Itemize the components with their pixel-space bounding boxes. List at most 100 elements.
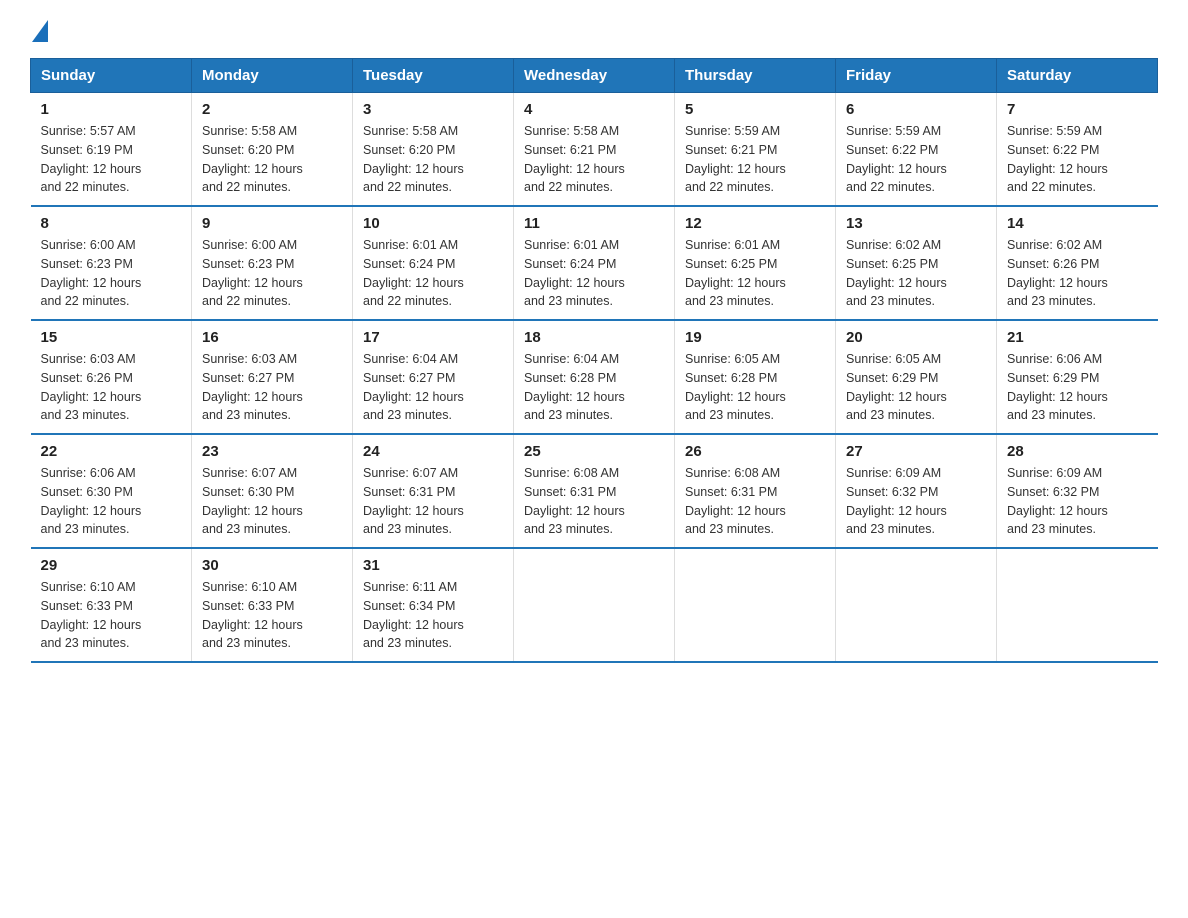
day-info: Sunrise: 6:01 AM Sunset: 6:24 PM Dayligh…	[363, 236, 503, 311]
day-info: Sunrise: 5:59 AM Sunset: 6:21 PM Dayligh…	[685, 122, 825, 197]
day-info: Sunrise: 6:10 AM Sunset: 6:33 PM Dayligh…	[202, 578, 342, 653]
calendar-cell: 27 Sunrise: 6:09 AM Sunset: 6:32 PM Dayl…	[836, 434, 997, 548]
page-header	[30, 20, 1158, 38]
day-info: Sunrise: 6:01 AM Sunset: 6:24 PM Dayligh…	[524, 236, 664, 311]
calendar-cell	[836, 548, 997, 662]
calendar-cell: 15 Sunrise: 6:03 AM Sunset: 6:26 PM Dayl…	[31, 320, 192, 434]
day-number: 2	[202, 101, 342, 118]
day-info: Sunrise: 5:59 AM Sunset: 6:22 PM Dayligh…	[1007, 122, 1148, 197]
day-info: Sunrise: 6:09 AM Sunset: 6:32 PM Dayligh…	[1007, 464, 1148, 539]
day-info: Sunrise: 6:08 AM Sunset: 6:31 PM Dayligh…	[685, 464, 825, 539]
day-info: Sunrise: 6:05 AM Sunset: 6:28 PM Dayligh…	[685, 350, 825, 425]
header-monday: Monday	[192, 59, 353, 93]
calendar-cell	[514, 548, 675, 662]
day-number: 14	[1007, 215, 1148, 232]
day-number: 19	[685, 329, 825, 346]
calendar-cell: 2 Sunrise: 5:58 AM Sunset: 6:20 PM Dayli…	[192, 93, 353, 207]
calendar-cell: 6 Sunrise: 5:59 AM Sunset: 6:22 PM Dayli…	[836, 93, 997, 207]
calendar-cell: 13 Sunrise: 6:02 AM Sunset: 6:25 PM Dayl…	[836, 206, 997, 320]
day-info: Sunrise: 6:00 AM Sunset: 6:23 PM Dayligh…	[202, 236, 342, 311]
day-number: 9	[202, 215, 342, 232]
week-row-1: 1 Sunrise: 5:57 AM Sunset: 6:19 PM Dayli…	[31, 93, 1158, 207]
day-number: 21	[1007, 329, 1148, 346]
day-number: 4	[524, 101, 664, 118]
day-info: Sunrise: 6:05 AM Sunset: 6:29 PM Dayligh…	[846, 350, 986, 425]
day-number: 26	[685, 443, 825, 460]
day-info: Sunrise: 6:02 AM Sunset: 6:25 PM Dayligh…	[846, 236, 986, 311]
day-number: 3	[363, 101, 503, 118]
day-number: 8	[41, 215, 182, 232]
logo-triangle-icon	[32, 20, 48, 42]
day-info: Sunrise: 6:06 AM Sunset: 6:29 PM Dayligh…	[1007, 350, 1148, 425]
day-number: 28	[1007, 443, 1148, 460]
day-number: 12	[685, 215, 825, 232]
day-number: 11	[524, 215, 664, 232]
week-row-4: 22 Sunrise: 6:06 AM Sunset: 6:30 PM Dayl…	[31, 434, 1158, 548]
day-number: 16	[202, 329, 342, 346]
calendar-cell: 20 Sunrise: 6:05 AM Sunset: 6:29 PM Dayl…	[836, 320, 997, 434]
header-wednesday: Wednesday	[514, 59, 675, 93]
calendar-cell: 1 Sunrise: 5:57 AM Sunset: 6:19 PM Dayli…	[31, 93, 192, 207]
day-info: Sunrise: 5:59 AM Sunset: 6:22 PM Dayligh…	[846, 122, 986, 197]
day-info: Sunrise: 6:06 AM Sunset: 6:30 PM Dayligh…	[41, 464, 182, 539]
calendar-cell: 29 Sunrise: 6:10 AM Sunset: 6:33 PM Dayl…	[31, 548, 192, 662]
day-info: Sunrise: 6:10 AM Sunset: 6:33 PM Dayligh…	[41, 578, 182, 653]
week-row-5: 29 Sunrise: 6:10 AM Sunset: 6:33 PM Dayl…	[31, 548, 1158, 662]
day-info: Sunrise: 6:01 AM Sunset: 6:25 PM Dayligh…	[685, 236, 825, 311]
day-info: Sunrise: 6:03 AM Sunset: 6:27 PM Dayligh…	[202, 350, 342, 425]
header-tuesday: Tuesday	[353, 59, 514, 93]
calendar-cell: 14 Sunrise: 6:02 AM Sunset: 6:26 PM Dayl…	[997, 206, 1158, 320]
calendar-cell: 4 Sunrise: 5:58 AM Sunset: 6:21 PM Dayli…	[514, 93, 675, 207]
day-number: 7	[1007, 101, 1148, 118]
logo	[30, 20, 48, 38]
day-info: Sunrise: 6:07 AM Sunset: 6:31 PM Dayligh…	[363, 464, 503, 539]
week-row-3: 15 Sunrise: 6:03 AM Sunset: 6:26 PM Dayl…	[31, 320, 1158, 434]
calendar-cell: 17 Sunrise: 6:04 AM Sunset: 6:27 PM Dayl…	[353, 320, 514, 434]
header-thursday: Thursday	[675, 59, 836, 93]
day-info: Sunrise: 5:57 AM Sunset: 6:19 PM Dayligh…	[41, 122, 182, 197]
calendar-cell: 9 Sunrise: 6:00 AM Sunset: 6:23 PM Dayli…	[192, 206, 353, 320]
day-info: Sunrise: 6:07 AM Sunset: 6:30 PM Dayligh…	[202, 464, 342, 539]
header-sunday: Sunday	[31, 59, 192, 93]
header-saturday: Saturday	[997, 59, 1158, 93]
day-info: Sunrise: 6:02 AM Sunset: 6:26 PM Dayligh…	[1007, 236, 1148, 311]
day-number: 17	[363, 329, 503, 346]
calendar-cell	[675, 548, 836, 662]
calendar-cell: 30 Sunrise: 6:10 AM Sunset: 6:33 PM Dayl…	[192, 548, 353, 662]
calendar-cell: 7 Sunrise: 5:59 AM Sunset: 6:22 PM Dayli…	[997, 93, 1158, 207]
calendar-cell: 25 Sunrise: 6:08 AM Sunset: 6:31 PM Dayl…	[514, 434, 675, 548]
day-info: Sunrise: 5:58 AM Sunset: 6:20 PM Dayligh…	[363, 122, 503, 197]
header-friday: Friday	[836, 59, 997, 93]
calendar-cell: 16 Sunrise: 6:03 AM Sunset: 6:27 PM Dayl…	[192, 320, 353, 434]
calendar-cell: 19 Sunrise: 6:05 AM Sunset: 6:28 PM Dayl…	[675, 320, 836, 434]
day-info: Sunrise: 6:03 AM Sunset: 6:26 PM Dayligh…	[41, 350, 182, 425]
calendar-cell: 24 Sunrise: 6:07 AM Sunset: 6:31 PM Dayl…	[353, 434, 514, 548]
calendar-cell: 12 Sunrise: 6:01 AM Sunset: 6:25 PM Dayl…	[675, 206, 836, 320]
day-info: Sunrise: 6:09 AM Sunset: 6:32 PM Dayligh…	[846, 464, 986, 539]
day-number: 31	[363, 557, 503, 574]
day-info: Sunrise: 5:58 AM Sunset: 6:21 PM Dayligh…	[524, 122, 664, 197]
day-number: 25	[524, 443, 664, 460]
calendar-cell: 5 Sunrise: 5:59 AM Sunset: 6:21 PM Dayli…	[675, 93, 836, 207]
day-number: 18	[524, 329, 664, 346]
day-info: Sunrise: 6:04 AM Sunset: 6:27 PM Dayligh…	[363, 350, 503, 425]
day-number: 5	[685, 101, 825, 118]
day-info: Sunrise: 6:08 AM Sunset: 6:31 PM Dayligh…	[524, 464, 664, 539]
calendar-table: SundayMondayTuesdayWednesdayThursdayFrid…	[30, 58, 1158, 663]
day-number: 10	[363, 215, 503, 232]
day-number: 13	[846, 215, 986, 232]
day-number: 1	[41, 101, 182, 118]
day-info: Sunrise: 6:11 AM Sunset: 6:34 PM Dayligh…	[363, 578, 503, 653]
calendar-cell: 31 Sunrise: 6:11 AM Sunset: 6:34 PM Dayl…	[353, 548, 514, 662]
day-number: 27	[846, 443, 986, 460]
calendar-cell: 28 Sunrise: 6:09 AM Sunset: 6:32 PM Dayl…	[997, 434, 1158, 548]
day-number: 24	[363, 443, 503, 460]
day-number: 23	[202, 443, 342, 460]
day-number: 20	[846, 329, 986, 346]
calendar-cell: 11 Sunrise: 6:01 AM Sunset: 6:24 PM Dayl…	[514, 206, 675, 320]
day-number: 22	[41, 443, 182, 460]
day-info: Sunrise: 5:58 AM Sunset: 6:20 PM Dayligh…	[202, 122, 342, 197]
calendar-cell: 10 Sunrise: 6:01 AM Sunset: 6:24 PM Dayl…	[353, 206, 514, 320]
day-info: Sunrise: 6:04 AM Sunset: 6:28 PM Dayligh…	[524, 350, 664, 425]
calendar-cell: 3 Sunrise: 5:58 AM Sunset: 6:20 PM Dayli…	[353, 93, 514, 207]
